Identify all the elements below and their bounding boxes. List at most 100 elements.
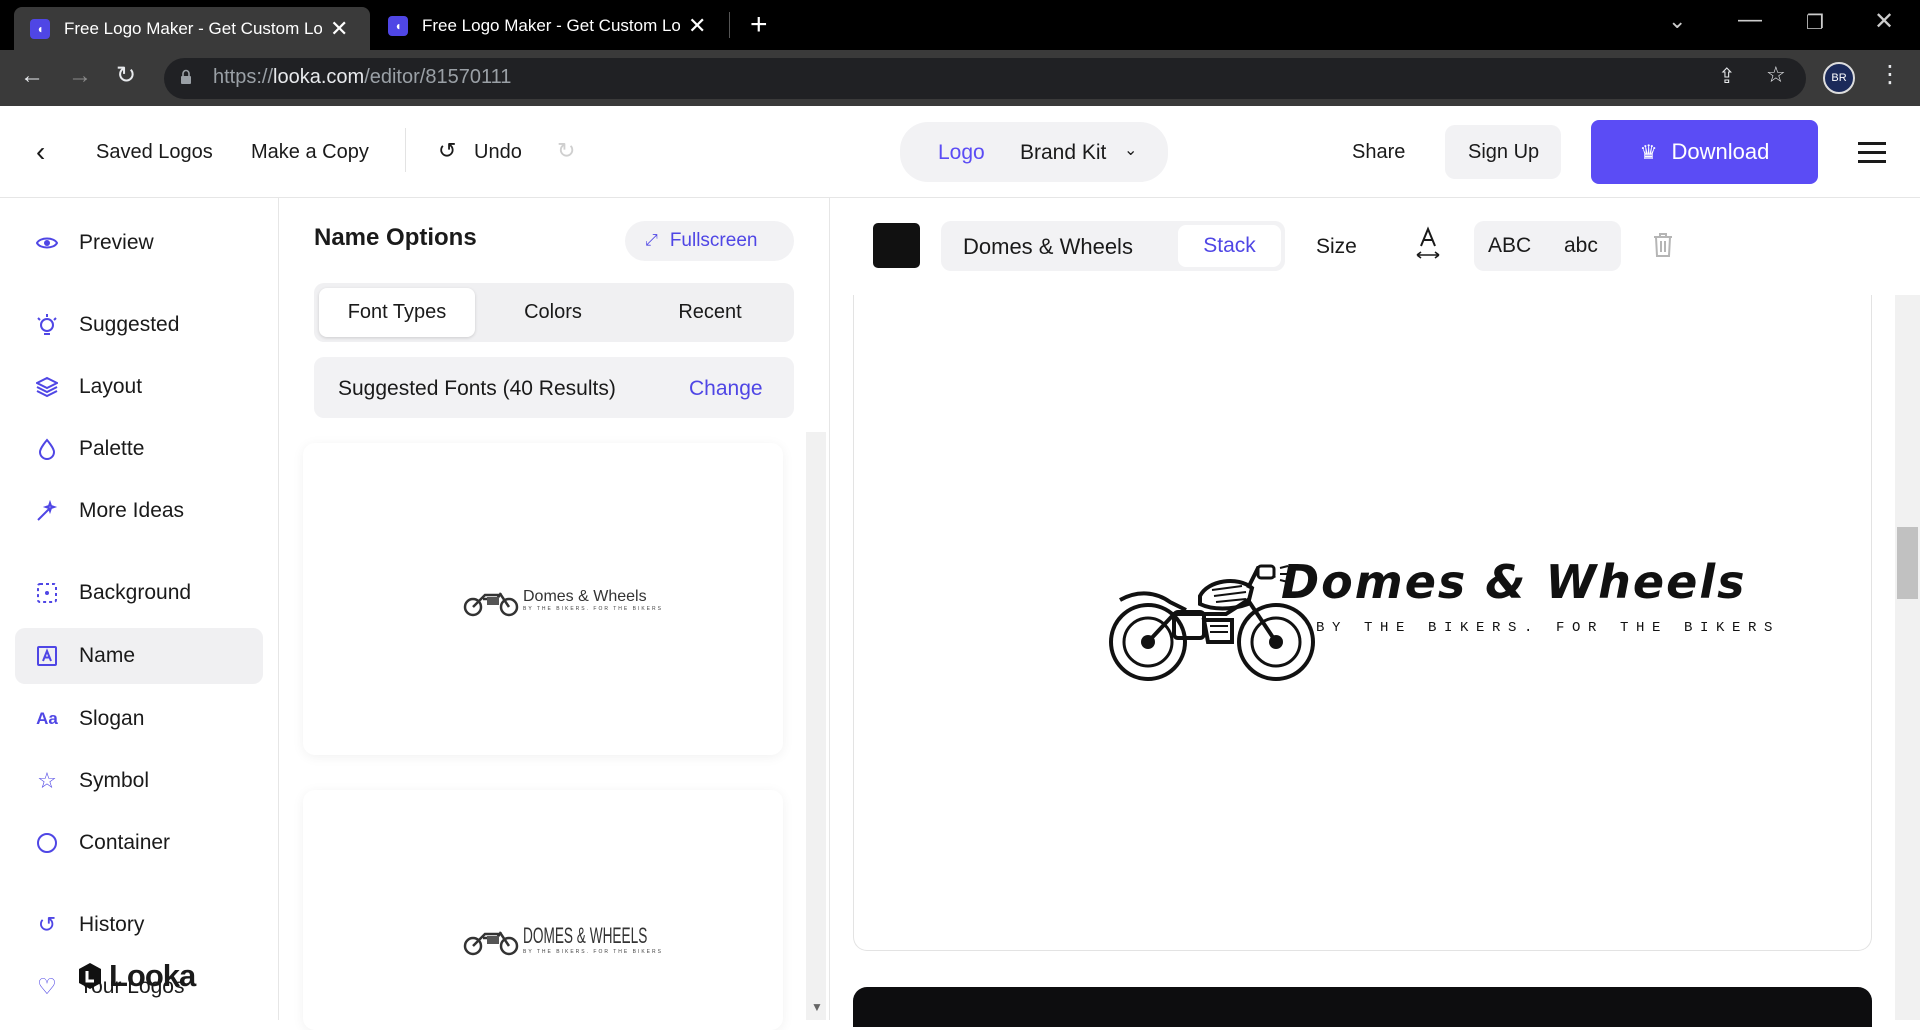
sidebar-item-label: Background	[79, 581, 192, 604]
new-tab-icon[interactable]: +	[750, 8, 768, 42]
panel-scrollbar[interactable]	[806, 432, 826, 1020]
tab-title: Free Logo Maker - Get Custom Logo Design…	[64, 18, 322, 38]
text-box-icon	[35, 644, 59, 668]
browser-tab[interactable]: ◖ Free Logo Maker - Get Custom Logo Desi…	[386, 7, 726, 44]
sidebar-item-container[interactable]: Container	[15, 815, 263, 871]
close-tab-icon[interactable]: ✕	[688, 13, 706, 39]
brand-kit-tab[interactable]: Brand Kit	[1020, 141, 1106, 165]
sidebar-item-slogan[interactable]: Aa Slogan	[15, 691, 263, 747]
color-swatch[interactable]	[873, 223, 920, 268]
sign-up-button[interactable]: Sign Up	[1468, 141, 1539, 164]
sidebar-item-label: Preview	[79, 231, 154, 254]
share-button[interactable]: Share	[1352, 141, 1405, 164]
tab-title: Free Logo Maker - Get Custom Logo Design…	[422, 15, 680, 35]
close-window-icon[interactable]: ✕	[1874, 7, 1894, 36]
change-fonts-button[interactable]: Change	[689, 377, 763, 401]
suggested-fonts-label: Suggested Fonts (40 Results)	[338, 377, 616, 400]
browser-menu-icon[interactable]: ⋮	[1878, 60, 1902, 89]
saved-logos-button[interactable]: Saved Logos	[96, 141, 213, 164]
droplet-icon	[35, 437, 59, 461]
size-button[interactable]: Size	[1316, 235, 1357, 259]
bookmark-star-icon[interactable]: ☆	[1766, 62, 1786, 88]
looka-brand-text: Looka	[109, 958, 196, 993]
lock-icon	[180, 69, 192, 84]
back-icon[interactable]: ←	[20, 62, 44, 90]
tab-divider	[729, 12, 730, 38]
history-icon: ↺	[37, 912, 57, 937]
sidebar-item-label: Slogan	[79, 707, 145, 730]
undo-button[interactable]: Undo	[474, 141, 522, 164]
logo-name-text-field[interactable]: Domes & Wheels	[963, 234, 1133, 260]
scroll-down-arrow-icon[interactable]: ▼	[811, 1000, 823, 1014]
tab-font-types[interactable]: Font Types	[319, 288, 475, 337]
download-button[interactable]: ♛ Download	[1591, 120, 1818, 184]
undo-icon[interactable]: ↺	[438, 138, 456, 164]
profile-avatar[interactable]: BR	[1823, 62, 1855, 94]
lowercase-button[interactable]: abc	[1564, 234, 1598, 258]
trash-icon[interactable]	[1651, 231, 1675, 264]
font-preview-card[interactable]: Domes & Wheels BY THE BIKERS. FOR THE BI…	[303, 443, 783, 755]
redo-icon[interactable]: ↻	[557, 138, 575, 164]
close-tab-icon[interactable]: ✕	[330, 16, 348, 42]
sidebar-item-palette[interactable]: Palette	[15, 421, 263, 477]
sidebar-item-suggested[interactable]: Suggested	[15, 297, 263, 353]
letter-spacing-icon[interactable]	[1414, 226, 1442, 267]
panel-title: Name Options	[314, 224, 477, 251]
reload-icon[interactable]: ↻	[116, 61, 136, 90]
header-divider	[405, 128, 406, 172]
font-preview-card[interactable]: DOMES & WHEELS BY THE BIKERS. FOR THE BI…	[303, 790, 783, 1030]
editor-sidebar: Preview Suggested Layout Palette More Id…	[0, 198, 279, 1020]
browser-tab-active[interactable]: ◖ Free Logo Maker - Get Custom Logo Desi…	[14, 7, 370, 50]
sidebar-item-preview[interactable]: Preview	[15, 215, 263, 271]
sidebar-item-history[interactable]: ↺ History	[15, 897, 263, 953]
back-chevron-icon[interactable]: ‹	[36, 136, 45, 168]
tab-search-icon[interactable]: ⌄	[1668, 8, 1686, 34]
font-icon: Aa	[36, 709, 58, 728]
motorcycle-icon	[463, 931, 519, 956]
preview-name-text: DOMES & WHEELS	[523, 923, 648, 948]
canvas-scrollbar[interactable]	[1895, 295, 1920, 1020]
canvas-scrollbar-thumb[interactable]	[1897, 527, 1918, 599]
tab-colors[interactable]: Colors	[475, 288, 631, 337]
preview-name-text: Domes & Wheels	[523, 588, 647, 605]
dark-preview-card[interactable]	[853, 987, 1872, 1027]
sidebar-item-label: Container	[79, 831, 171, 854]
canvas-logo-name[interactable]: Domes & Wheels	[1281, 555, 1746, 609]
sidebar-item-label: Symbol	[79, 769, 150, 792]
download-label: Download	[1671, 139, 1770, 164]
chevron-down-icon: ⌄	[1124, 142, 1138, 159]
hamburger-menu-icon[interactable]	[1858, 142, 1886, 163]
fullscreen-button[interactable]: ⤢ Fullscreen	[625, 221, 794, 261]
sidebar-item-background[interactable]: Background	[15, 565, 263, 621]
looka-logo-icon	[79, 963, 101, 989]
looka-brand-logo: Looka	[75, 958, 196, 994]
font-preview-logo: Domes & Wheels BY THE BIKERS. FOR THE BI…	[463, 583, 663, 617]
preview-slogan-text: BY THE BIKERS. FOR THE BIKERS	[523, 949, 663, 955]
sidebar-item-more-ideas[interactable]: More Ideas	[15, 483, 263, 539]
uppercase-button[interactable]: ABC	[1488, 234, 1531, 258]
sidebar-item-label: Name	[79, 644, 136, 667]
sidebar-item-name[interactable]: Name	[15, 628, 263, 684]
tab-recent[interactable]: Recent	[631, 288, 789, 337]
lightbulb-icon	[35, 313, 59, 337]
stack-button[interactable]: Stack	[1178, 225, 1281, 267]
star-icon: ☆	[37, 768, 57, 793]
fullscreen-label: Fullscreen	[669, 230, 758, 251]
restore-icon[interactable]: ❐	[1806, 10, 1824, 35]
circle-icon	[35, 831, 59, 855]
forward-icon[interactable]: →	[68, 62, 92, 90]
canvas-logo-slogan[interactable]: BY THE BIKERS. FOR THE BIKERS	[1316, 620, 1780, 636]
share-page-icon[interactable]: ⇪	[1718, 64, 1736, 89]
logo-tab[interactable]: Logo	[938, 141, 985, 165]
sidebar-item-layout[interactable]: Layout	[15, 359, 263, 415]
looka-favicon-icon: ◖	[30, 18, 50, 39]
minimize-icon[interactable]: —	[1738, 6, 1762, 34]
sidebar-item-label: History	[79, 913, 145, 936]
sidebar-item-symbol[interactable]: ☆ Symbol	[15, 753, 263, 809]
font-preview-logo: DOMES & WHEELS BY THE BIKERS. FOR THE BI…	[463, 922, 723, 956]
browser-tab-strip: ◖ Free Logo Maker - Get Custom Logo Desi…	[0, 0, 1920, 50]
sidebar-item-label: Palette	[79, 437, 145, 460]
sidebar-item-label: Layout	[79, 375, 143, 398]
make-copy-button[interactable]: Make a Copy	[251, 141, 369, 164]
font-options-tabs: Font Types Colors Recent	[314, 283, 794, 342]
